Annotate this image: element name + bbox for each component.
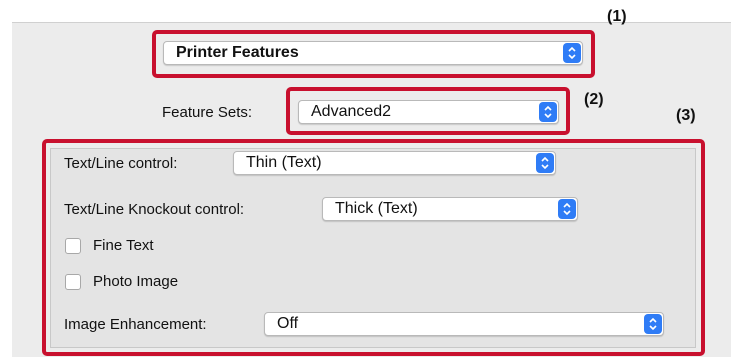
up-down-chevron-icon bbox=[563, 43, 581, 63]
up-down-chevron-icon bbox=[536, 153, 554, 173]
text-line-control-label: Text/Line control: bbox=[64, 155, 178, 172]
callout-1: (1) bbox=[607, 8, 627, 25]
up-down-chevron-icon bbox=[558, 199, 576, 219]
printer-features-select[interactable]: Printer Features bbox=[163, 41, 583, 65]
knockout-control-label: Text/Line Knockout control: bbox=[64, 201, 245, 218]
image-enhancement-value: Off bbox=[277, 315, 299, 332]
up-down-chevron-icon bbox=[644, 314, 662, 334]
printer-features-value: Printer Features bbox=[176, 44, 299, 61]
image-enhancement-select[interactable]: Off bbox=[264, 312, 664, 336]
fine-text-label: Fine Text bbox=[93, 237, 154, 254]
feature-sets-value: Advanced2 bbox=[311, 103, 392, 120]
feature-sets-label: Feature Sets: bbox=[162, 104, 253, 121]
up-down-chevron-icon bbox=[539, 102, 557, 122]
knockout-control-value: Thick (Text) bbox=[335, 200, 418, 217]
image-enhancement-label: Image Enhancement: bbox=[64, 316, 207, 333]
callout-2: (2) bbox=[584, 91, 604, 108]
photo-image-checkbox[interactable] bbox=[65, 274, 81, 290]
text-line-control-select[interactable]: Thin (Text) bbox=[233, 151, 556, 175]
photo-image-label: Photo Image bbox=[93, 273, 179, 290]
fine-text-checkbox[interactable] bbox=[65, 238, 81, 254]
callout-3: (3) bbox=[676, 107, 696, 124]
text-line-control-value: Thin (Text) bbox=[246, 154, 322, 171]
knockout-control-select[interactable]: Thick (Text) bbox=[322, 197, 578, 221]
feature-sets-select[interactable]: Advanced2 bbox=[298, 100, 559, 124]
